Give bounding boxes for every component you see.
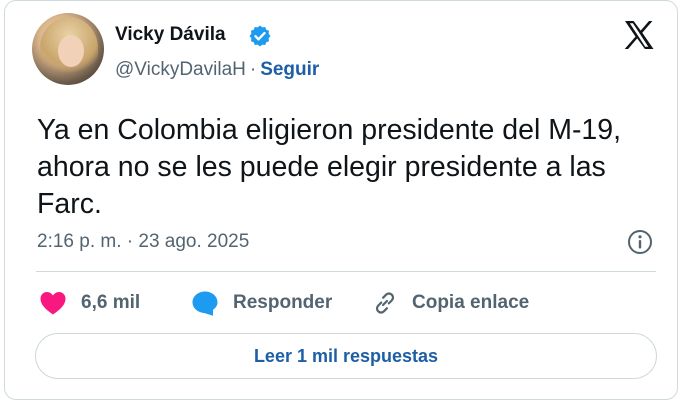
avatar-face [58, 35, 84, 67]
divider [36, 271, 656, 272]
heart-icon [40, 292, 66, 315]
tweet-card: Vicky Dávila @VickyDavilaH · Seguir Ya en … [4, 0, 678, 400]
like-button[interactable]: 6,6 mil [39, 289, 140, 317]
read-replies-button[interactable]: Leer 1 mil respuestas [35, 333, 657, 379]
author-name[interactable]: Vicky Dávila [115, 24, 226, 46]
x-logo-icon[interactable] [623, 19, 655, 51]
link-icon [375, 292, 395, 314]
reply-button[interactable]: Responder [191, 289, 332, 317]
like-count: 6,6 mil [81, 292, 141, 313]
avatar[interactable] [32, 13, 104, 85]
verified-badge-icon [249, 25, 271, 47]
reply-label: Responder [233, 292, 333, 313]
read-replies-label: Leer 1 mil respuestas [253, 345, 439, 366]
handle-row: @VickyDavilaH · Seguir [115, 59, 319, 81]
reply-bubble-icon [192, 291, 218, 316]
copy-link-button[interactable]: Copia enlace [372, 289, 529, 317]
tweet-text: Ya en Colombia eligieron presidente del … [37, 114, 622, 220]
handle-separator: · [249, 59, 257, 80]
info-icon[interactable] [626, 228, 654, 256]
author-handle[interactable]: @VickyDavilaH [115, 59, 246, 80]
follow-button[interactable]: Seguir [260, 59, 319, 80]
tweet-timestamp[interactable]: 2:16 p. m. · 23 ago. 2025 [37, 231, 249, 253]
copy-link-label: Copia enlace [412, 292, 530, 313]
